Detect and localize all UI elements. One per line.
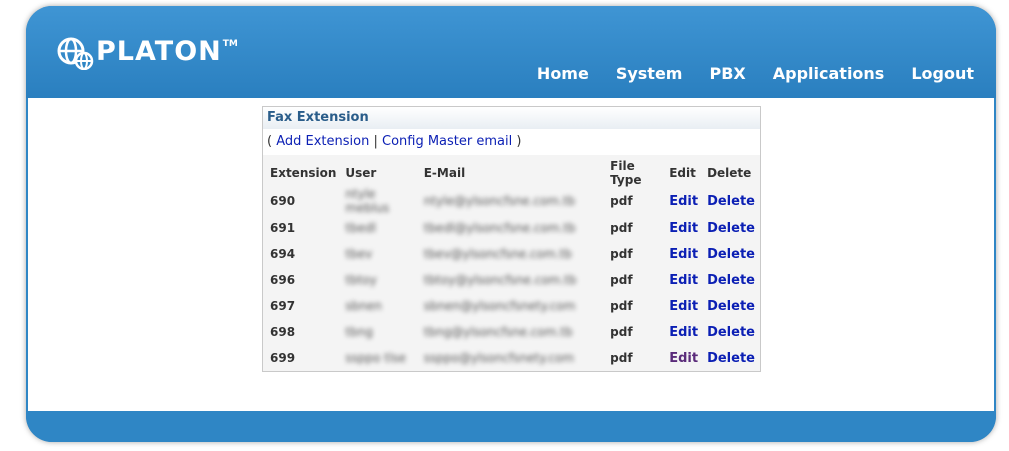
cell-user: ntyle meblus — [345, 187, 390, 215]
cell-email: tbng@ylsoncfsne.com.tb — [423, 325, 573, 339]
cell-extension: 696 — [270, 273, 296, 287]
cell-delete: Delete — [703, 215, 760, 241]
cell-delete: Delete — [703, 293, 760, 319]
delete-link[interactable]: Delete — [707, 299, 755, 314]
table-row: 696 tbtoy tbtoy@ylsoncfsne.com.tb pdf Ed… — [266, 267, 760, 293]
cell-extension: 690 — [270, 194, 296, 208]
edit-link[interactable]: Edit — [669, 221, 698, 236]
main-content: Fax Extension ( Add Extension | Config M… — [28, 98, 994, 411]
cell-extension: 699 — [270, 351, 296, 365]
edit-link[interactable]: Edit — [669, 247, 698, 262]
cell-file-type: pdf — [610, 351, 633, 365]
cell-extension: 697 — [270, 299, 296, 313]
table-row: 694 tbev tbev@ylsoncfsne.com.tb pdf Edit… — [266, 241, 760, 267]
nav-home[interactable]: Home — [537, 64, 589, 83]
cell-email: sbnen@ylsoncfsnety.com — [423, 299, 576, 313]
config-master-email-link[interactable]: Config Master email — [382, 134, 512, 149]
cell-user: tbev — [345, 247, 373, 261]
nav-system[interactable]: System — [616, 64, 683, 83]
nav-applications[interactable]: Applications — [773, 64, 885, 83]
fax-extension-panel: Fax Extension ( Add Extension | Config M… — [262, 106, 761, 372]
cell-file-type: pdf — [610, 221, 633, 235]
cell-user: ssppo tlse — [345, 351, 406, 365]
cell-extension: 698 — [270, 325, 296, 339]
app-frame: PLATON TM Home System PBX Applications L… — [26, 6, 996, 442]
cell-edit: Edit — [665, 241, 703, 267]
cell-delete: Delete — [703, 319, 760, 345]
cell-delete: Delete — [703, 267, 760, 293]
nav-logout[interactable]: Logout — [911, 64, 974, 83]
delete-link[interactable]: Delete — [707, 325, 755, 340]
edit-link[interactable]: Edit — [669, 273, 698, 288]
fax-extension-table: Extension User E-Mail File Type Edit Del… — [266, 159, 760, 371]
table-row: 698 tbng tbng@ylsoncfsne.com.tb pdf Edit… — [266, 319, 760, 345]
cell-email: ntyle@ylsoncfsne.com.tb — [423, 194, 576, 208]
cell-email: ssppo@ylsoncfsnety.com — [423, 351, 575, 365]
trademark: TM — [222, 39, 238, 49]
col-user: User — [345, 166, 377, 180]
header: PLATON TM Home System PBX Applications L… — [26, 6, 996, 98]
cell-edit: Edit — [665, 187, 703, 215]
nav-pbx[interactable]: PBX — [709, 64, 745, 83]
edit-link[interactable]: Edit — [669, 194, 698, 209]
panel-actions: ( Add Extension | Config Master email ) — [263, 129, 760, 155]
cell-extension: 694 — [270, 247, 296, 261]
cell-email: tbev@ylsoncfsne.com.tb — [423, 247, 572, 261]
cell-file-type: pdf — [610, 247, 633, 261]
footer — [26, 411, 996, 442]
cell-file-type: pdf — [610, 325, 633, 339]
cell-edit: Edit — [665, 293, 703, 319]
cell-delete: Delete — [703, 187, 760, 215]
col-edit: Edit — [669, 166, 696, 180]
edit-link[interactable]: Edit — [669, 351, 698, 366]
cell-file-type: pdf — [610, 194, 633, 208]
table-row: 690 ntyle meblus ntyle@ylsoncfsne.com.tb… — [266, 187, 760, 215]
brand-name: PLATON — [96, 36, 222, 67]
table-header-row: Extension User E-Mail File Type Edit Del… — [266, 159, 760, 187]
close-paren: ) — [512, 134, 522, 149]
edit-link[interactable]: Edit — [669, 325, 698, 340]
cell-email: tbtoy@ylsoncfsne.com.tb — [423, 273, 577, 287]
col-file-type: File Type — [610, 159, 642, 187]
cell-extension: 691 — [270, 221, 296, 235]
open-paren: ( — [267, 134, 277, 149]
delete-link[interactable]: Delete — [707, 247, 755, 262]
cell-user: tbtoy — [345, 273, 377, 287]
cell-edit: Edit — [665, 215, 703, 241]
delete-link[interactable]: Delete — [707, 351, 755, 366]
add-extension-link[interactable]: Add Extension — [276, 134, 369, 149]
link-separator: | — [369, 134, 382, 149]
cell-delete: Delete — [703, 241, 760, 267]
cell-user: sbnen — [345, 299, 382, 313]
cell-file-type: pdf — [610, 273, 633, 287]
cell-user: tbedl — [345, 221, 377, 235]
col-email: E-Mail — [423, 166, 466, 180]
delete-link[interactable]: Delete — [707, 221, 755, 236]
cell-edit: Edit — [665, 319, 703, 345]
table-row: 699 ssppo tlse ssppo@ylsoncfsnety.com pd… — [266, 345, 760, 371]
cell-user: tbng — [345, 325, 373, 339]
col-extension: Extension — [270, 166, 337, 180]
delete-link[interactable]: Delete — [707, 273, 755, 288]
cell-file-type: pdf — [610, 299, 633, 313]
cell-edit: Edit — [665, 345, 703, 371]
cell-email: tbedl@ylsoncfsne.com.tb — [423, 221, 576, 235]
main-nav: Home System PBX Applications Logout — [537, 64, 974, 83]
table-row: 697 sbnen sbnen@ylsoncfsnety.com pdf Edi… — [266, 293, 760, 319]
panel-title: Fax Extension — [263, 107, 760, 129]
cell-edit: Edit — [665, 267, 703, 293]
col-delete: Delete — [707, 166, 752, 180]
logo: PLATON TM — [56, 36, 238, 71]
cell-delete: Delete — [703, 345, 760, 371]
table-row: 691 tbedl tbedl@ylsoncfsne.com.tb pdf Ed… — [266, 215, 760, 241]
globe-icon — [56, 36, 94, 71]
delete-link[interactable]: Delete — [707, 194, 755, 209]
edit-link[interactable]: Edit — [669, 299, 698, 314]
